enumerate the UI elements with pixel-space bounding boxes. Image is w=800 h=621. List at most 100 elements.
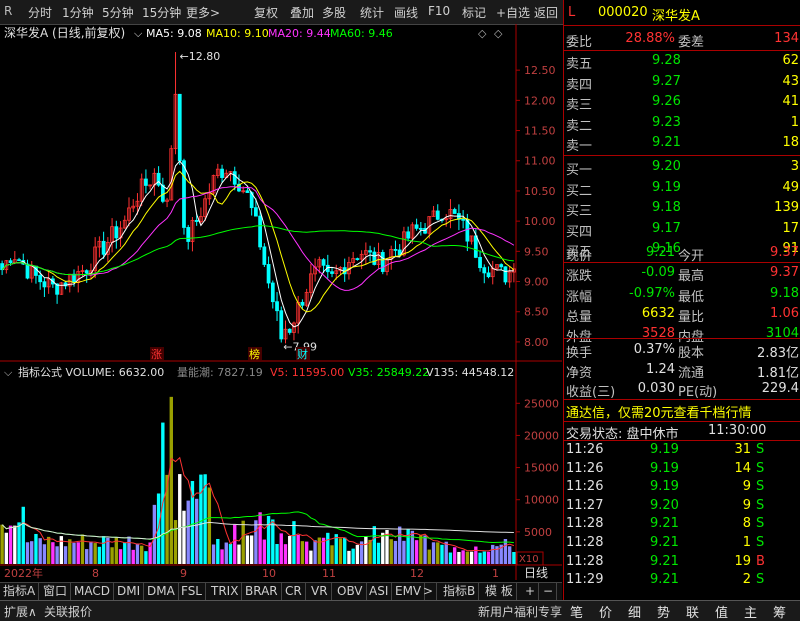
toolbar-item-10[interactable]: F10 (428, 4, 450, 18)
volume-bar (372, 526, 377, 564)
bids-row[interactable]: 买四 9.17 17 (564, 220, 800, 240)
bids-row[interactable]: 买三 9.18 139 (564, 199, 800, 219)
value-tab-icon[interactable]: 值 (715, 602, 728, 621)
expand-button[interactable]: 扩展∧ (4, 603, 37, 620)
indicator-tab-6[interactable]: TRIX (208, 583, 243, 600)
related-quote-button[interactable]: 关联报价 (44, 603, 92, 620)
toolbar-item-13[interactable]: 返回 (534, 4, 558, 21)
candle-body (17, 259, 21, 262)
candle-body (300, 301, 305, 306)
volume-bar (186, 500, 190, 564)
indicator-tab-4[interactable]: DMA (144, 583, 179, 600)
link-tab-icon[interactable]: 联 (686, 602, 699, 621)
toolbar-item-1[interactable]: 1分钟 (62, 4, 94, 21)
volume-bar (296, 534, 300, 564)
indicator-tab-11[interactable]: ASI (366, 583, 393, 600)
price-tab-icon[interactable]: 价 (599, 602, 612, 621)
volume-bar (448, 552, 453, 564)
indicator-tab-2[interactable]: MACD (71, 583, 114, 600)
candle-body (355, 258, 360, 260)
candle-body (160, 184, 165, 202)
indicator-tab-5[interactable]: FSL (178, 583, 206, 600)
toolbar-item-4[interactable]: 更多> (186, 4, 220, 21)
tick-price: 9.19 (650, 442, 679, 457)
settings-icon[interactable]: ◇ (494, 27, 503, 40)
indicator-tab-3[interactable]: DMI (114, 583, 145, 600)
indicator-tab-10[interactable]: OBV (334, 583, 367, 600)
toolbar-item-5[interactable]: 复权 (254, 4, 278, 21)
diamond-icon[interactable]: ◇ (478, 27, 487, 40)
stat-label: 最高 (678, 269, 705, 285)
indicator-tab-16[interactable]: + (522, 583, 540, 600)
detail-tab-icon[interactable]: 细 (628, 602, 641, 621)
event-badge-1[interactable]: 榜 (249, 347, 260, 361)
candle-body (393, 249, 398, 251)
indicator-tab-15[interactable]: 模 板 (482, 583, 517, 600)
weibi-label: 委比 (566, 35, 593, 50)
period-label[interactable]: 日线 (524, 566, 548, 580)
new-user-promo-link[interactable]: 新用户福利专享 (478, 603, 562, 620)
event-badge-0[interactable]: 涨 (151, 348, 162, 361)
x10-label[interactable]: X10 (519, 554, 539, 565)
asks-row[interactable]: 卖五 9.28 62 (564, 52, 800, 72)
indicator-tab-9[interactable]: VR (308, 583, 332, 600)
tick-price: 9.21 (650, 572, 679, 588)
pen-tab-icon[interactable]: 笔 (570, 602, 583, 621)
indicator-tab-8[interactable]: CR (282, 583, 306, 600)
fundamental-label: 换手 (566, 346, 593, 361)
trend-tab-icon[interactable]: 势 (657, 602, 670, 621)
indicator-tab-0[interactable]: 指标A (0, 583, 40, 600)
volume-bar (452, 547, 457, 564)
volume-bar (288, 535, 292, 564)
toolbar-item-9[interactable]: 画线 (394, 4, 418, 21)
indicator-tab-13[interactable]: > (420, 583, 438, 600)
volume-bar (512, 552, 516, 564)
volume-bar (101, 536, 106, 564)
bids-price: 9.20 (652, 159, 681, 174)
date-label: 1 (492, 567, 499, 580)
asks-row[interactable]: 卖二 9.23 1 (564, 114, 800, 134)
stat-label: 量比 (678, 309, 705, 325)
toolbar-item-7[interactable]: 多股 (322, 4, 346, 21)
toolbar-item-3[interactable]: 15分钟 (142, 4, 181, 21)
volume-bar (72, 542, 76, 564)
ma-toggle-icon[interactable]: ⌵ (134, 27, 143, 40)
tick-side: S (756, 497, 765, 513)
promo-row[interactable]: 通达信，仅需20元查看千档行情 (564, 401, 800, 421)
indicator-tab-7[interactable]: BRAR (242, 583, 282, 600)
toolbar-item-0[interactable]: 分时 (28, 4, 52, 21)
volume-bar (211, 544, 216, 564)
indicator-tab-17[interactable]: − (540, 583, 558, 600)
candle-body (144, 178, 148, 186)
volume-bar (46, 536, 51, 564)
toolbar-item-2[interactable]: 5分钟 (102, 4, 134, 21)
asks-row[interactable]: 卖四 9.27 43 (564, 73, 800, 93)
volume-collapse-icon[interactable]: ⌵ (4, 366, 13, 379)
bids-row[interactable]: 买二 9.19 49 (564, 179, 800, 199)
bids-volume: 17 (782, 220, 799, 236)
volume-bar (317, 537, 322, 564)
event-badge-2[interactable]: 财 (297, 347, 308, 361)
asks-row[interactable]: 卖一 9.21 18 (564, 134, 800, 154)
bids-row[interactable]: 买一 9.20 3 (564, 158, 800, 178)
indicator-tab-14[interactable]: 指标B (440, 583, 480, 600)
volume-bar (97, 546, 102, 564)
promo-link[interactable]: 通达信，仅需20元查看千档行情 (566, 402, 752, 421)
kline-chart-svg[interactable]: 深华发A (日线,前复权) ⌵ MA5: 9.08 MA10: 9.10 MA20: 9… (0, 24, 562, 580)
toolbar-item-12[interactable]: +自选 (496, 4, 530, 21)
asks-row[interactable]: 卖三 9.26 41 (564, 93, 800, 113)
ma-label-1: MA10: 9.10 (206, 27, 269, 40)
volume-bar (237, 544, 241, 564)
toolbar-item-6[interactable]: 叠加 (290, 4, 314, 21)
volume-bar (309, 550, 313, 564)
toolbar-item-8[interactable]: 统计 (360, 4, 384, 21)
indicator-tab-1[interactable]: 窗口 (40, 583, 72, 600)
chips-tab-icon[interactable]: 筹 (773, 602, 786, 621)
stat-value: 9.37 (770, 265, 799, 281)
toolbar-item-11[interactable]: 标记 (462, 4, 486, 21)
asks-label: 卖五 (566, 57, 593, 72)
main-tab-icon[interactable]: 主 (744, 602, 757, 621)
tick-volume: 9 (742, 497, 751, 513)
kline-chart[interactable]: 深华发A (日线,前复权) ⌵ MA5: 9.08 MA10: 9.10 MA20: 9… (0, 24, 562, 580)
candle-body (482, 267, 487, 274)
